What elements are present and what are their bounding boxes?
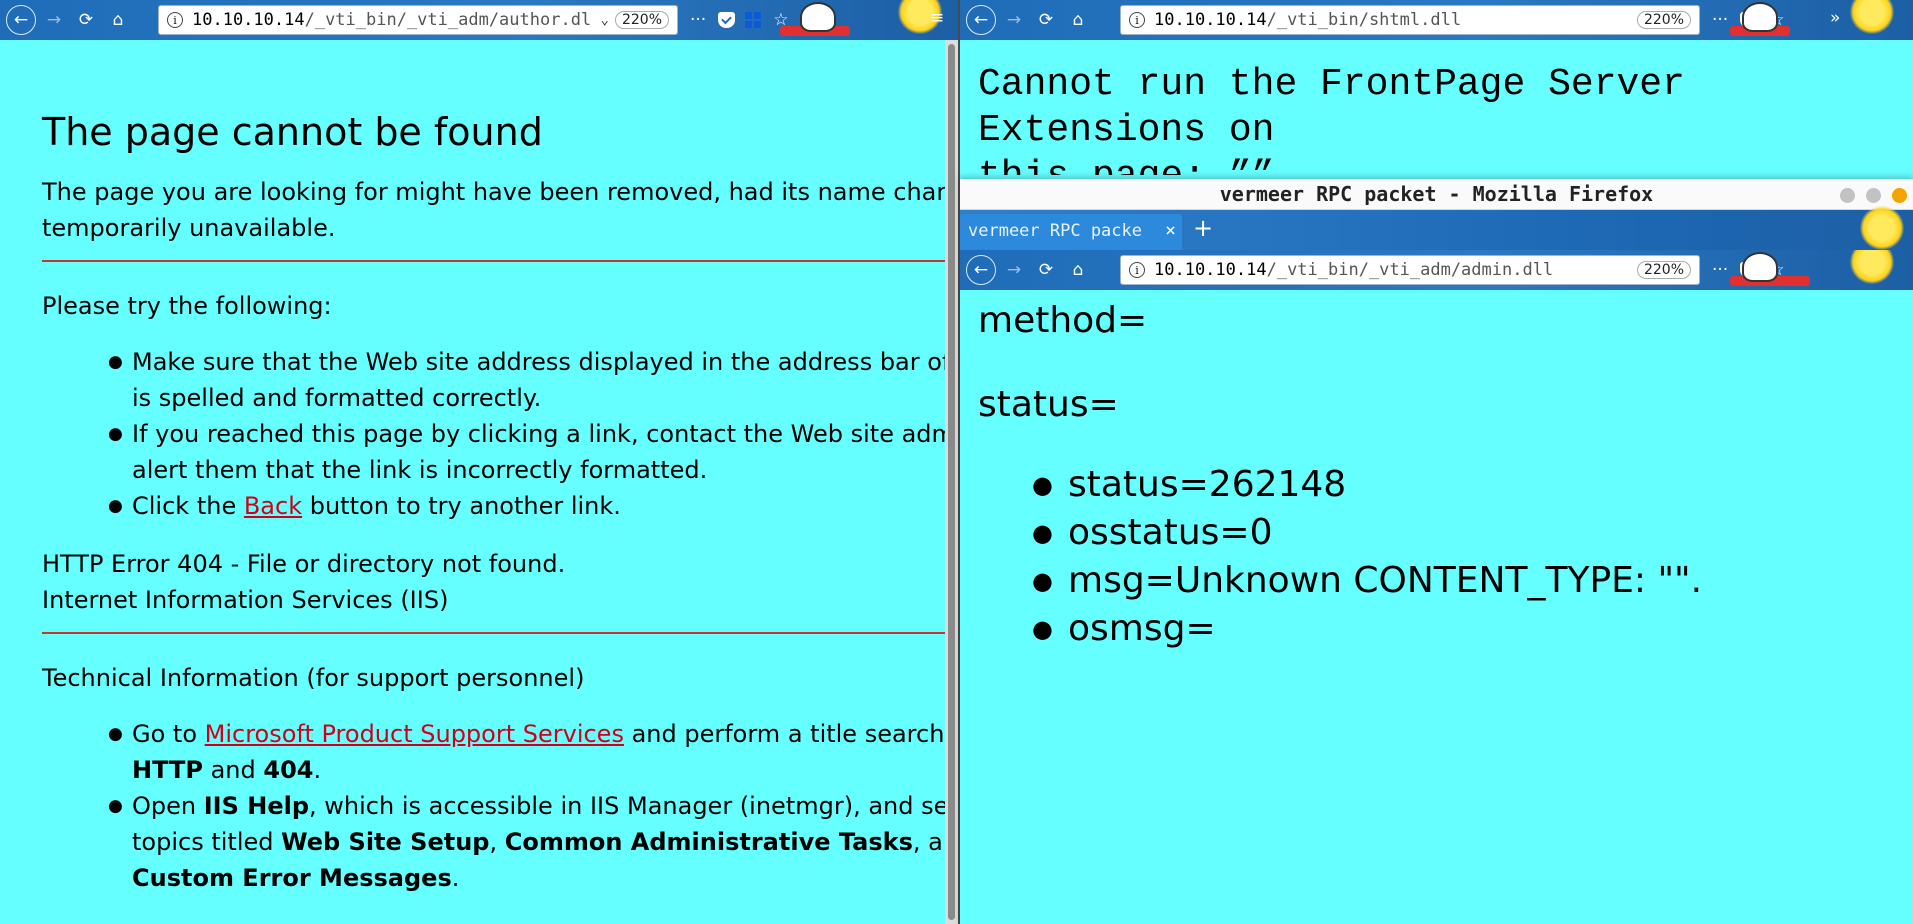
popup-nav-toolbar: ← → ⟳ ⌂ i 10.10.10.14/_vti_bin/_vti_adm/… [960, 250, 1913, 290]
error-description: The page you are looking for might have … [42, 178, 958, 242]
firefox-theme-art [1740, 206, 1913, 250]
close-tab-icon[interactable]: × [1165, 220, 1176, 241]
overflow-icon[interactable]: » [1830, 10, 1840, 27]
status-line: status= [978, 384, 1119, 425]
status-list: status=262148 osstatus=0 msg=Unknown CON… [1032, 461, 1702, 653]
page-actions-icon[interactable]: ··· [690, 11, 706, 29]
close-button[interactable] [1892, 188, 1907, 203]
window-title: vermeer RPC packet - Mozilla Firefox [1219, 182, 1654, 206]
list-item: Go to Microsoft Product Support Services… [108, 716, 958, 788]
reload-icon[interactable]: ⟳ [1032, 6, 1060, 34]
reload-icon[interactable]: ⟳ [72, 6, 100, 34]
right-address-bar[interactable]: i 10.10.10.14/_vti_bin/shtml.dll 220% [1120, 5, 1700, 35]
windows-logo-icon[interactable] [745, 12, 762, 28]
back-icon[interactable]: ← [6, 5, 36, 35]
home-icon[interactable]: ⌂ [1064, 6, 1092, 34]
http-error-text: HTTP Error 404 - File or directory not f… [42, 550, 566, 614]
divider-bottom [42, 632, 945, 634]
back-icon[interactable]: ← [966, 255, 996, 285]
method-line: method= [978, 300, 1148, 341]
left-url: 10.10.10.14/_vti_bin/_vti_adm/author.dl [192, 10, 592, 30]
left-nav-toolbar: ← → ⟳ ⌂ i 10.10.10.14/_vti_bin/_vti_adm/… [0, 0, 958, 40]
list-item: Make sure that the Web site address disp… [108, 344, 950, 416]
maximize-button[interactable] [1866, 188, 1881, 203]
site-info-icon[interactable]: i [167, 12, 183, 28]
tab-vermeer-rpc[interactable]: vermeer RPC packe × [960, 214, 1182, 250]
reload-icon[interactable]: ⟳ [1032, 256, 1060, 284]
page-title: The page cannot be found [42, 110, 543, 154]
forward-icon[interactable]: → [40, 6, 68, 34]
iis-error-page: The page cannot be found The page you ar… [0, 40, 958, 924]
new-tab-icon[interactable]: + [1193, 216, 1213, 240]
support-services-link[interactable]: Microsoft Product Support Services [205, 720, 624, 748]
scrollbar-thumb[interactable] [948, 44, 955, 920]
right-nav-toolbar: ← → ⟳ ⌂ i 10.10.10.14/_vti_bin/shtml.dll… [960, 0, 1913, 40]
list-item: Click the Back button to try another lin… [108, 488, 945, 524]
menu-icon[interactable]: ≡ [930, 10, 944, 27]
list-item: Open IIS Help, which is accessible in II… [108, 788, 953, 896]
site-info-icon[interactable]: i [1129, 262, 1145, 278]
popup-zoom-badge[interactable]: 220% [1636, 261, 1691, 279]
back-link[interactable]: Back [244, 492, 302, 520]
try-heading: Please try the following: [42, 292, 332, 320]
popup-title-bar[interactable]: vermeer RPC packet - Mozilla Firefox [960, 179, 1913, 210]
minimize-button[interactable] [1840, 188, 1855, 203]
left-zoom-badge[interactable]: 220% [614, 11, 669, 29]
right-url: 10.10.10.14/_vti_bin/shtml.dll [1154, 10, 1462, 30]
left-address-bar[interactable]: i 10.10.10.14/_vti_bin/_vti_adm/author.d… [158, 5, 678, 35]
chevron-down-icon[interactable]: ⌄ [601, 12, 609, 28]
left-browser-window: ← → ⟳ ⌂ i 10.10.10.14/_vti_bin/_vti_adm/… [0, 0, 958, 924]
list-item: status=262148 [1032, 461, 1702, 509]
firefox-theme-art [1730, 250, 1910, 290]
back-icon[interactable]: ← [966, 5, 996, 35]
list-item: If you reached this page by clicking a l… [108, 416, 955, 488]
popup-url: 10.10.10.14/_vti_bin/_vti_adm/admin.dll [1154, 260, 1554, 280]
tech-list: Go to Microsoft Product Support Services… [108, 716, 958, 896]
firefox-theme-art [1730, 0, 1910, 40]
home-icon[interactable]: ⌂ [104, 6, 132, 34]
right-zoom-badge[interactable]: 220% [1636, 11, 1691, 29]
list-item: msg=Unknown CONTENT_TYPE: "". [1032, 557, 1702, 605]
frontpage-error-message: Cannot run the FrontPage Server Extensio… [978, 63, 1685, 175]
rpc-popup-window: vermeer RPC packet - Mozilla Firefox ver… [960, 179, 1913, 924]
tips-list: Make sure that the Web site address disp… [108, 344, 955, 524]
popup-tab-bar: vermeer RPC packe × + [960, 206, 1913, 250]
tech-heading: Technical Information (for support perso… [42, 664, 585, 692]
home-icon[interactable]: ⌂ [1064, 256, 1092, 284]
tab-label: vermeer RPC packe [968, 221, 1142, 241]
rpc-response-body: method= status= status=262148 osstatus=0… [978, 299, 1702, 653]
page-actions-icon[interactable]: ··· [1712, 11, 1728, 29]
forward-icon[interactable]: → [1000, 256, 1028, 284]
page-actions-icon[interactable]: ··· [1712, 261, 1728, 279]
site-info-icon[interactable]: i [1129, 12, 1145, 28]
list-item: osstatus=0 [1032, 509, 1702, 557]
pocket-icon[interactable] [718, 12, 736, 28]
divider-top [42, 260, 945, 262]
list-item: osmsg= [1032, 605, 1702, 653]
forward-icon[interactable]: → [1000, 6, 1028, 34]
popup-address-bar[interactable]: i 10.10.10.14/_vti_bin/_vti_adm/admin.dl… [1120, 255, 1700, 285]
right-browser-window: ← → ⟳ ⌂ i 10.10.10.14/_vti_bin/shtml.dll… [960, 0, 1913, 175]
left-scrollbar[interactable] [945, 40, 958, 924]
